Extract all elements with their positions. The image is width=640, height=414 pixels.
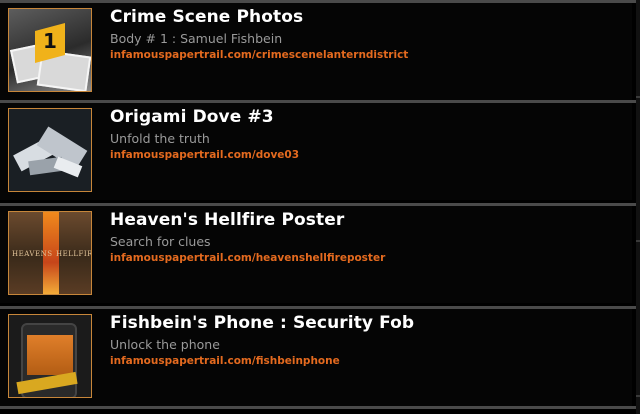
item-link[interactable]: infamouspapertrail.com/crimescenelantern… (110, 49, 408, 61)
scrollbar[interactable] (636, 0, 640, 414)
item-link[interactable]: infamouspapertrail.com/fishbeinphone (110, 355, 340, 367)
item-link[interactable]: infamouspapertrail.com/dove03 (110, 149, 299, 161)
list-item-fishbeins-phone[interactable]: Fishbein's Phone : Security Fob Unlock t… (0, 309, 632, 406)
item-subtitle: Search for clues (110, 234, 211, 249)
item-title[interactable]: Origami Dove #3 (110, 107, 274, 127)
item-subtitle: Body # 1 : Samuel Fishbein (110, 31, 283, 46)
poster-text-left: HEAVENS (12, 250, 53, 258)
item-subtitle: Unlock the phone (110, 337, 220, 352)
phone-icon[interactable] (8, 314, 92, 398)
item-title[interactable]: Heaven's Hellfire Poster (110, 210, 344, 230)
origami-dove-icon[interactable] (8, 108, 92, 192)
list-item-crime-scene-photos[interactable]: 1 Crime Scene Photos Body # 1 : Samuel F… (0, 3, 632, 100)
item-title[interactable]: Crime Scene Photos (110, 7, 303, 27)
poster-icon[interactable]: HEAVENS HELLFIRE (8, 211, 92, 295)
poster-text-right: HELLFIRE (56, 250, 91, 258)
list-item-origami-dove[interactable]: Origami Dove #3 Unfold the truth infamou… (0, 103, 632, 200)
item-link[interactable]: infamouspapertrail.com/heavenshellfirepo… (110, 252, 385, 264)
separator (0, 406, 640, 409)
crime-scene-marker-icon[interactable]: 1 (8, 8, 92, 92)
clue-list: 1 Crime Scene Photos Body # 1 : Samuel F… (0, 0, 640, 414)
item-subtitle: Unfold the truth (110, 131, 210, 146)
list-item-heavens-hellfire-poster[interactable]: HEAVENS HELLFIRE Heaven's Hellfire Poste… (0, 206, 632, 303)
item-title[interactable]: Fishbein's Phone : Security Fob (110, 313, 414, 333)
